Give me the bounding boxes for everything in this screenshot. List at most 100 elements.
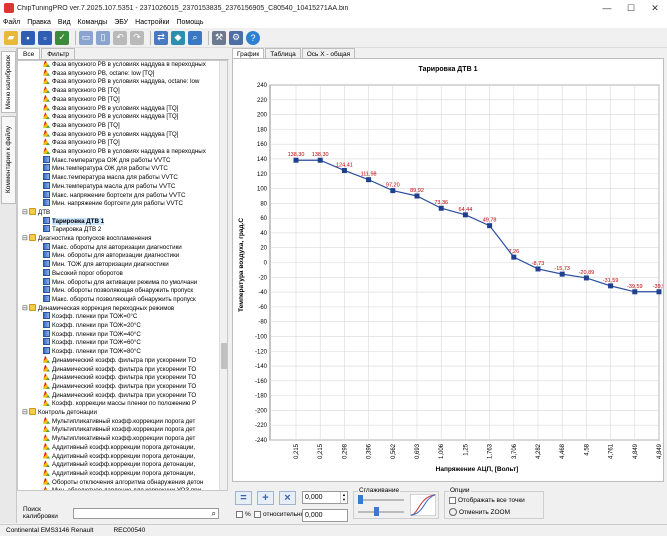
data-point[interactable] [511, 254, 517, 260]
tree-item[interactable]: Динамический коэфф. фильтра при ускорени… [18, 364, 196, 375]
menu-help[interactable]: Помощь [176, 19, 203, 26]
help-icon[interactable]: ? [246, 30, 260, 45]
tree-item[interactable]: Динамический коэфф. фильтра при ускорени… [18, 381, 196, 392]
data-point[interactable] [390, 188, 396, 194]
add-button[interactable]: + [257, 491, 274, 505]
collapse-icon[interactable]: ⊟ [22, 305, 29, 314]
tree-scrollbar-thumb[interactable] [221, 343, 227, 369]
tab-filter[interactable]: Фильтр [41, 48, 76, 59]
smoothing-slider-2[interactable] [358, 511, 404, 513]
calibration-chart[interactable]: Тарировка ДТВ 1 240220200180160140120100… [233, 59, 665, 481]
relative-value-input[interactable]: 0,000 [302, 509, 348, 522]
tree-item[interactable]: Макс.температура ОЖ для работы VVTC [18, 155, 170, 166]
multiply-button[interactable]: × [279, 491, 296, 505]
data-point[interactable] [317, 157, 323, 163]
tab-calibration-menu[interactable]: Меню калибровок [1, 51, 16, 113]
tree-item[interactable]: Коэфф. коррекции массы пленки по положен… [18, 399, 196, 409]
tree-item[interactable]: Аддитивный коэфф.коррекции порога детона… [18, 442, 195, 453]
data-point[interactable] [559, 271, 565, 277]
settings-icon[interactable]: ⚙ [229, 30, 243, 45]
value-input[interactable]: 0,000 ▲ ▼ [302, 491, 348, 504]
tree-item[interactable]: Высокий порог оборотов [18, 268, 123, 279]
cancel-zoom-button[interactable]: Отменить ZOOM [449, 508, 510, 516]
tree-item[interactable]: Аддитивный коэфф.коррекции порога детона… [18, 460, 195, 470]
menu-commands[interactable]: Команды [78, 19, 108, 26]
smoothing-slider-2-thumb[interactable] [374, 507, 379, 516]
checksum-icon[interactable]: ✓ [55, 30, 69, 45]
menu-ecu[interactable]: ЭБУ [114, 19, 128, 26]
tree-folder[interactable]: ⊟ Динамическая коррекция переходных режим… [18, 303, 174, 314]
smoothing-slider-thumb[interactable] [358, 495, 363, 504]
tools-icon[interactable]: ⚒ [212, 30, 226, 45]
tab-all[interactable]: Все [17, 48, 41, 59]
data-point[interactable] [656, 289, 662, 295]
data-point[interactable] [583, 275, 589, 281]
menu-file[interactable]: Файл [3, 19, 20, 26]
value-spinner[interactable]: ▲ ▼ [340, 492, 347, 503]
search-icon[interactable]: ⌕ [188, 30, 202, 45]
tree-item[interactable]: Фаза впускного РВ в условиях наддува, oc… [18, 77, 199, 87]
tree-item[interactable]: Коэфф. пленки при ТОЖ=0°С [18, 312, 137, 322]
tree-item[interactable]: Фаза впускного РВ в условиях наддува [TQ… [18, 112, 178, 122]
tab-file-comments[interactable]: Комментарии к файлу [1, 116, 16, 204]
tree-item[interactable]: Фаза впускного РВ в условиях наддува [TQ… [18, 129, 178, 140]
tree-item[interactable]: Динамический коэфф. фильтра при ускорени… [18, 390, 196, 401]
equal-button[interactable]: = [235, 491, 252, 505]
tree-item[interactable]: Мин. абсолютное давление для коррекции У… [18, 486, 201, 490]
collapse-icon[interactable]: ⊟ [22, 409, 29, 418]
tree-item[interactable]: Фаза впускного РВ [TQ] [18, 86, 120, 96]
tree-item[interactable]: Тарировка ДТВ 1 [18, 216, 105, 227]
open-folder-icon[interactable]: ▰ [4, 30, 18, 45]
compare-icon[interactable]: ◆ [171, 30, 185, 45]
relative-checkbox[interactable]: относительно [254, 511, 304, 518]
collapse-icon[interactable]: ⊟ [22, 235, 29, 244]
magnifier-icon[interactable]: ⌕ [212, 509, 216, 519]
data-point[interactable] [487, 223, 493, 229]
minimize-button[interactable]: — [595, 0, 619, 16]
tree-item[interactable]: Фаза впускного РВ [TQ] [18, 94, 120, 105]
data-point[interactable] [438, 205, 444, 211]
tree-item[interactable]: Фаза впускного РВ [TQ] [18, 120, 120, 131]
percent-checkbox[interactable]: % [236, 511, 251, 518]
tree-item[interactable]: Коэфф. пленки при ТОЖ=60°С [18, 338, 141, 348]
tree-item[interactable]: Коэфф. пленки при ТОЖ=80°С [18, 347, 141, 357]
menu-settings[interactable]: Настройки [135, 19, 169, 26]
tree-item[interactable]: Фаза впускного РВ, octane: low [TQ] [18, 68, 154, 79]
smoothing-slider[interactable] [358, 499, 404, 501]
tree-item[interactable]: Фаза впускного РВ [TQ] [18, 138, 120, 148]
menu-view[interactable]: Вид [58, 19, 71, 26]
connect-icon[interactable]: ⇄ [154, 30, 168, 45]
data-point[interactable] [608, 283, 614, 289]
copy-icon[interactable]: ▭ [79, 30, 93, 45]
tree-item[interactable]: Мин.температура ОЖ для работы VVTC [18, 164, 168, 174]
maximize-button[interactable]: ☐ [619, 0, 643, 16]
search-input[interactable]: ⌕ [73, 507, 219, 519]
tree-item[interactable]: Фаза впускного РВ в условиях наддува в п… [18, 61, 206, 70]
data-point[interactable] [414, 193, 420, 199]
tree-item[interactable]: Обороты отключения алгоритма обнаружения… [18, 477, 203, 488]
undo-icon[interactable]: ↶ [113, 30, 127, 45]
tree-item[interactable]: Динамический коэфф. фильтра при ускорени… [18, 355, 196, 366]
tree-item[interactable]: Коэфф. пленки при ТОЖ=20°С [18, 321, 141, 331]
tree-item[interactable]: Мин.температура масла для работы VVTC [18, 181, 175, 192]
tree-item[interactable]: Фаза впускного РВ в условиях наддува [TQ… [18, 103, 178, 114]
data-point[interactable] [535, 266, 541, 272]
tree-item[interactable]: Мин. ТОЖ для авторизации диагностики [18, 260, 169, 270]
tree-item[interactable]: Динамический коэфф. фильтра при ускорени… [18, 373, 196, 383]
tree-item[interactable]: Коэфф. пленки при ТОЖ=40°С [18, 329, 141, 340]
paste-icon[interactable]: ▯ [96, 30, 110, 45]
tree-item[interactable]: Мультипликативный коэфф.коррекции порога… [18, 416, 195, 427]
data-point[interactable] [341, 167, 347, 173]
tree-folder[interactable]: ⊟ Контроль детонации [18, 408, 97, 418]
menu-edit[interactable]: Правка [27, 19, 51, 26]
tree-item[interactable]: Макс.температура масла для работы VVTC [18, 173, 178, 183]
tree-scrollbar[interactable] [219, 61, 227, 490]
tree-item[interactable]: Мультипликативный коэфф.коррекции порога… [18, 425, 195, 435]
data-point[interactable] [462, 212, 468, 218]
tree-item[interactable]: Аддитивный коэфф.коррекции порога детона… [18, 468, 195, 479]
show-all-points-checkbox[interactable]: Отображать все точки [449, 497, 525, 504]
save-icon[interactable]: ▪ [21, 30, 35, 45]
tree-item[interactable]: Макс. обороты позволяющий обнаружить про… [18, 294, 196, 305]
data-point[interactable] [293, 157, 299, 163]
redo-icon[interactable]: ↷ [130, 30, 144, 45]
